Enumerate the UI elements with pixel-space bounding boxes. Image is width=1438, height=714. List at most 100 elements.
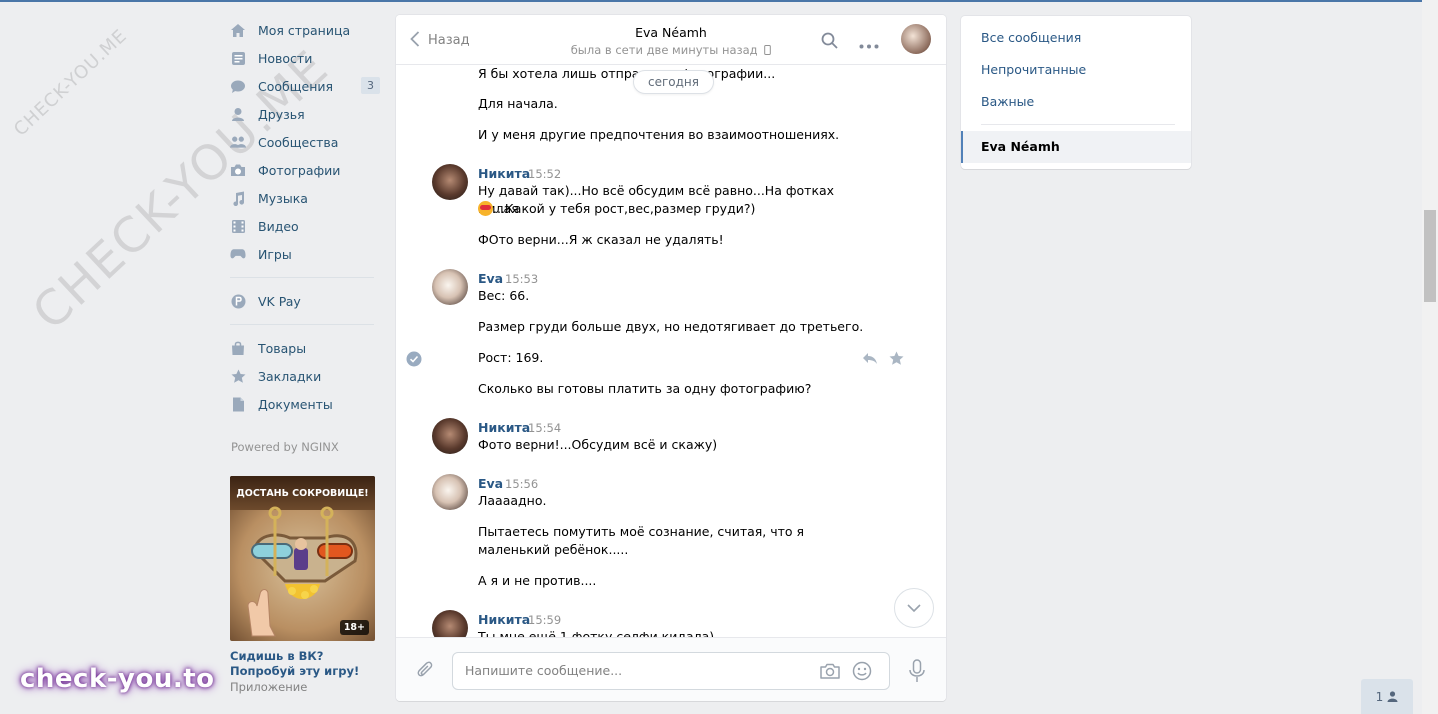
menu-item-messages[interactable]: Сообщения 3 bbox=[230, 72, 380, 100]
message-text: Размер груди больше двух, но недотягивае… bbox=[478, 319, 864, 334]
menu-label: Новости bbox=[258, 50, 313, 66]
filter-active-conversation[interactable]: Eva Néamh bbox=[961, 131, 1191, 163]
message-text: А я и не против.... bbox=[478, 573, 597, 588]
avatar[interactable] bbox=[432, 164, 468, 200]
people-online-button[interactable]: 1 bbox=[1361, 679, 1413, 714]
message-author[interactable]: Никита bbox=[478, 166, 530, 181]
paperclip-icon[interactable] bbox=[416, 659, 434, 684]
menu-item-bookmarks[interactable]: Закладки bbox=[230, 362, 380, 390]
message-author[interactable]: Eva bbox=[478, 476, 503, 491]
menu-item-photos[interactable]: Фотографии bbox=[230, 156, 380, 184]
message-text: Пытаетесь помутить моё сознание, считая,… bbox=[478, 524, 805, 557]
menu-label: Товары bbox=[258, 340, 307, 356]
ad-game-illustration bbox=[247, 506, 358, 637]
smile-icon[interactable] bbox=[852, 661, 872, 684]
music-icon bbox=[230, 190, 246, 206]
scroll-down-button[interactable] bbox=[894, 588, 934, 628]
microphone-icon[interactable] bbox=[908, 659, 926, 686]
page-scrollbar[interactable] bbox=[1422, 0, 1438, 714]
avatar[interactable] bbox=[432, 269, 468, 305]
message-author[interactable]: Никита bbox=[478, 420, 530, 435]
menu-label: Видео bbox=[258, 218, 299, 234]
scrollbar-thumb[interactable] bbox=[1424, 210, 1436, 302]
ad-caption[interactable]: Сидишь в ВК? Попробуй эту игру! bbox=[230, 649, 380, 679]
search-icon[interactable] bbox=[821, 32, 838, 52]
message-text: Лаааадно. bbox=[478, 493, 547, 508]
reply-icon[interactable] bbox=[862, 352, 878, 368]
groups-icon bbox=[230, 134, 246, 150]
star-icon bbox=[230, 368, 246, 384]
bag-icon bbox=[230, 340, 246, 356]
mobile-icon bbox=[761, 43, 772, 57]
document-icon bbox=[230, 396, 246, 412]
message-author[interactable]: Никита bbox=[478, 612, 530, 627]
messages-icon bbox=[230, 78, 246, 94]
menu-label: Моя страница bbox=[258, 22, 351, 38]
peer-status-text: была в сети две минуты назад bbox=[570, 43, 758, 57]
message-text: Рост: 169. bbox=[478, 350, 544, 365]
menu-item-games[interactable]: Игры bbox=[230, 240, 380, 268]
news-icon bbox=[230, 50, 246, 66]
message-time: 15:54 bbox=[528, 421, 562, 435]
avatar[interactable] bbox=[432, 610, 468, 637]
home-icon bbox=[230, 22, 246, 38]
camera-icon bbox=[230, 162, 246, 178]
filter-unread[interactable]: Непрочитанные bbox=[981, 62, 1086, 77]
message-text: Сколько вы готовы платить за одну фотогр… bbox=[478, 381, 812, 396]
filter-divider bbox=[981, 124, 1175, 125]
ad-age-badge: 18+ bbox=[339, 620, 369, 635]
powered-by-text: Powered by NGINX bbox=[231, 440, 339, 454]
menu-item-goods[interactable]: Товары bbox=[230, 334, 380, 362]
watermark-bottom: check-you.to bbox=[20, 664, 215, 694]
menu-item-documents[interactable]: Документы bbox=[230, 390, 380, 418]
filter-important[interactable]: Важные bbox=[981, 94, 1034, 109]
menu-item-groups[interactable]: Сообщества bbox=[230, 128, 380, 156]
message-time: 15:59 bbox=[528, 613, 562, 627]
ad-banner-image[interactable]: ДОСТАНЬ СОКРОВИЩЕ! 18+ bbox=[230, 476, 375, 641]
video-icon bbox=[230, 218, 246, 234]
message-input[interactable] bbox=[465, 653, 805, 687]
person-icon bbox=[1387, 691, 1398, 702]
camera-icon[interactable] bbox=[819, 662, 841, 683]
menu-label: VK Pay bbox=[258, 293, 301, 309]
top-accent-line bbox=[0, 0, 1422, 2]
menu-divider bbox=[230, 324, 374, 325]
menu-item-my-page[interactable]: Моя страница bbox=[230, 16, 380, 44]
menu-label: Закладки bbox=[258, 368, 322, 384]
message-author[interactable]: Eva bbox=[478, 271, 503, 286]
date-pill: сегодня bbox=[633, 70, 714, 94]
vkpay-icon bbox=[230, 293, 246, 309]
menu-label: Игры bbox=[258, 246, 292, 262]
menu-label: Фотографии bbox=[258, 162, 341, 178]
emoji-icon bbox=[478, 201, 493, 216]
message-text-part: ...Какой у тебя рост,вес,размер груди?) bbox=[493, 201, 756, 216]
more-icon[interactable] bbox=[859, 37, 879, 52]
ad-subtitle: Приложение bbox=[230, 680, 308, 694]
star-icon[interactable] bbox=[889, 351, 904, 369]
watermark-small: CHECK-YOU.ME bbox=[10, 25, 132, 141]
chat-header: Назад Eva Néamh была в сети две минуты н… bbox=[396, 15, 946, 65]
friends-icon bbox=[230, 106, 246, 122]
chat-panel: Назад Eva Néamh была в сети две минуты н… bbox=[396, 15, 946, 701]
message-text: Для начала. bbox=[478, 96, 558, 111]
message-composer bbox=[396, 637, 946, 701]
menu-item-music[interactable]: Музыка bbox=[230, 184, 380, 212]
people-count: 1 bbox=[1375, 689, 1384, 704]
message-history: Я бы хотела лишь отправлять фотографии..… bbox=[396, 65, 946, 637]
menu-item-news[interactable]: Новости bbox=[230, 44, 380, 72]
peer-avatar[interactable] bbox=[901, 24, 931, 54]
message-time: 15:56 bbox=[505, 477, 539, 491]
avatar[interactable] bbox=[432, 474, 468, 510]
menu-item-vkpay[interactable]: VK Pay bbox=[230, 287, 380, 315]
message-text: Вес: 66. bbox=[478, 288, 530, 303]
chevron-down-icon bbox=[907, 601, 921, 616]
message-text: И у меня другие предпочтения во взаимоот… bbox=[478, 127, 840, 142]
avatar[interactable] bbox=[432, 418, 468, 454]
filter-all-messages[interactable]: Все сообщения bbox=[981, 30, 1081, 45]
left-menu: Моя страница Новости Сообщения 3 Друзья … bbox=[230, 16, 380, 694]
check-circle-icon[interactable] bbox=[406, 351, 422, 370]
menu-item-friends[interactable]: Друзья bbox=[230, 100, 380, 128]
message-text: ФОто верни...Я ж сказал не удалять! bbox=[478, 232, 724, 247]
menu-item-video[interactable]: Видео bbox=[230, 212, 380, 240]
message-time: 15:52 bbox=[528, 167, 562, 181]
